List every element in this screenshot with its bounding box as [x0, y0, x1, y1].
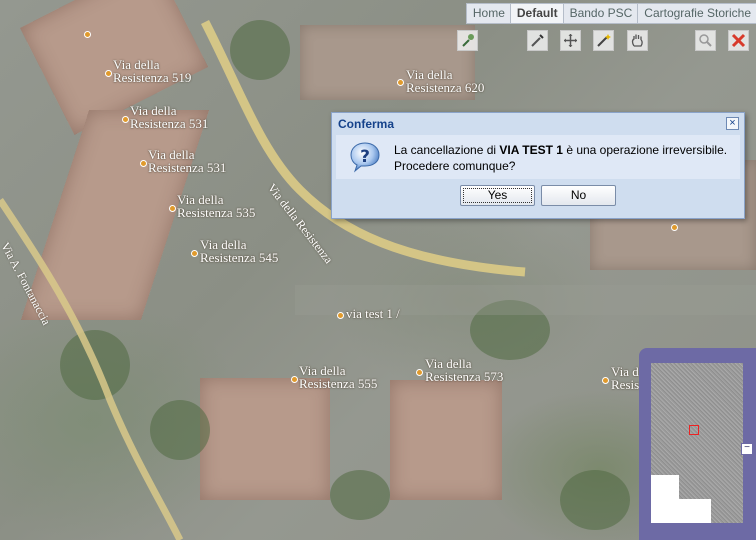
magic-wand-icon[interactable]: [593, 30, 614, 51]
address-label: Via della Resistenza 535: [177, 192, 256, 220]
overview-toggle-button[interactable]: −: [741, 443, 753, 455]
address-label: Via della Resistenza 555: [299, 363, 378, 391]
overview-map-image[interactable]: [651, 363, 743, 523]
address-point[interactable]: [602, 377, 609, 384]
tab-cartografie-storiche[interactable]: Cartografie Storiche: [637, 4, 756, 23]
overview-map: [639, 348, 756, 540]
svg-text:?: ?: [360, 147, 370, 167]
no-button[interactable]: No: [541, 185, 616, 206]
address-label: Via della Resistenza 620: [406, 67, 485, 95]
pan-arrows-icon[interactable]: [560, 30, 581, 51]
address-label: Via della Resistenza 519: [113, 57, 192, 85]
yes-button[interactable]: Yes: [460, 185, 535, 206]
hand-pan-icon[interactable]: [627, 30, 648, 51]
address-point[interactable]: [671, 224, 678, 231]
address-point[interactable]: [397, 79, 404, 86]
delete-x-icon[interactable]: [728, 30, 749, 51]
address-point[interactable]: [191, 250, 198, 257]
address-label: Via della Resistenza 531: [148, 147, 227, 175]
address-point[interactable]: [140, 160, 147, 167]
tab-bar: Home Default Bando PSC Cartografie Stori…: [465, 3, 756, 24]
close-icon[interactable]: ×: [726, 117, 739, 130]
address-point[interactable]: [169, 205, 176, 212]
address-point[interactable]: [416, 369, 423, 376]
address-label: Via della Resistenza 573: [425, 356, 504, 384]
address-point[interactable]: [291, 376, 298, 383]
tab-default[interactable]: Default: [509, 4, 563, 23]
address-point[interactable]: [122, 116, 129, 123]
dialog-title: Conferma: [338, 117, 395, 131]
tab-bando-psc[interactable]: Bando PSC: [562, 4, 638, 23]
dialog-body: ? La cancellazione di VIA TEST 1 è una o…: [336, 135, 740, 179]
zoom-magnifier-icon[interactable]: [695, 30, 716, 51]
address-label: via test 1 /: [346, 306, 400, 321]
edit-pencil-icon[interactable]: [527, 30, 548, 51]
address-label: Via della Resistenza 531: [130, 103, 209, 131]
address-point[interactable]: [105, 70, 112, 77]
address-label: Via della Resistenza 545: [200, 237, 279, 265]
dialog-message: La cancellazione di VIA TEST 1 è una ope…: [394, 143, 728, 173]
overview-extent-box[interactable]: [689, 425, 699, 435]
address-point[interactable]: [337, 312, 344, 319]
address-point[interactable]: [84, 31, 91, 38]
measure-pin-icon[interactable]: [457, 30, 478, 51]
confirm-dialog: Conferma × ? La cancellazione di VIA TES…: [331, 112, 745, 219]
question-icon: ?: [350, 142, 380, 173]
tab-home[interactable]: Home: [466, 4, 510, 23]
